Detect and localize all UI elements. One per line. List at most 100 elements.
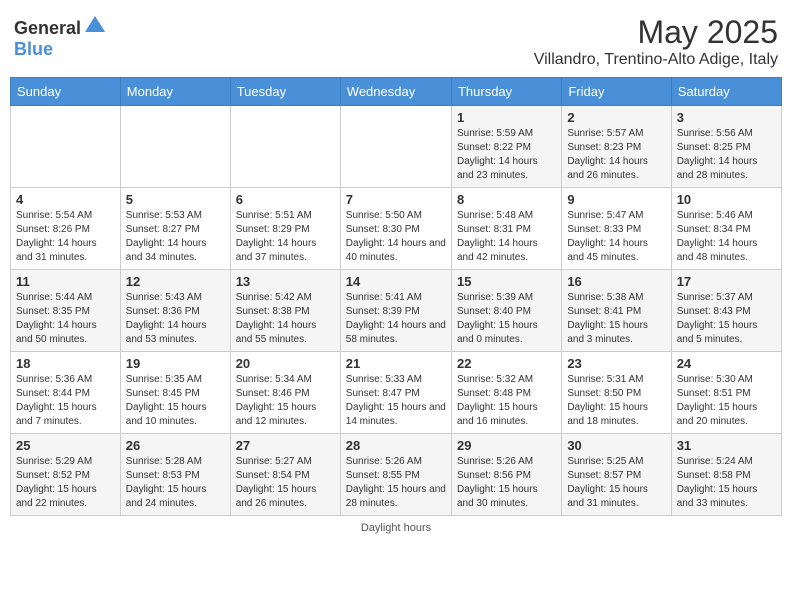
subtitle: Villandro, Trentino-Alto Adige, Italy — [534, 51, 778, 69]
day-info: Sunrise: 5:26 AM Sunset: 8:55 PM Dayligh… — [346, 455, 446, 511]
day-info: Sunrise: 5:26 AM Sunset: 8:56 PM Dayligh… — [457, 455, 556, 511]
day-info: Sunrise: 5:30 AM Sunset: 8:51 PM Dayligh… — [677, 373, 776, 429]
calendar-cell: 24 Sunrise: 5:30 AM Sunset: 8:51 PM Dayli… — [671, 352, 781, 434]
calendar-cell: 21 Sunrise: 5:33 AM Sunset: 8:47 PM Dayli… — [340, 352, 451, 434]
day-number: 1 — [457, 110, 556, 125]
day-info: Sunrise: 5:28 AM Sunset: 8:53 PM Dayligh… — [126, 455, 225, 511]
calendar-cell: 17 Sunrise: 5:37 AM Sunset: 8:43 PM Dayli… — [671, 270, 781, 352]
logo-icon — [83, 14, 107, 34]
day-number: 10 — [677, 192, 776, 207]
calendar-cell: 11Sunrise: 5:44 AM Sunset: 8:35 PM Dayli… — [11, 270, 121, 352]
calendar-cell: 16 Sunrise: 5:38 AM Sunset: 8:41 PM Dayli… — [562, 270, 671, 352]
day-info: Sunrise: 5:50 AM Sunset: 8:30 PM Dayligh… — [346, 209, 446, 265]
calendar-cell: 1 Sunrise: 5:59 AM Sunset: 8:22 PM Daylig… — [451, 106, 561, 188]
day-info: Sunrise: 5:27 AM Sunset: 8:54 PM Dayligh… — [236, 455, 335, 511]
calendar-cell: 18 Sunrise: 5:36 AM Sunset: 8:44 PM Dayli… — [11, 352, 121, 434]
day-number: 19 — [126, 356, 225, 371]
day-info: Sunrise: 5:37 AM Sunset: 8:43 PM Dayligh… — [677, 291, 776, 347]
calendar-cell: 31 Sunrise: 5:24 AM Sunset: 8:58 PM Dayli… — [671, 434, 781, 516]
day-number: 8 — [457, 192, 556, 207]
day-number: 13 — [236, 274, 335, 289]
day-info: Sunrise: 5:33 AM Sunset: 8:47 PM Dayligh… — [346, 373, 446, 429]
day-info: Sunrise: 5:24 AM Sunset: 8:58 PM Dayligh… — [677, 455, 776, 511]
day-number: 7 — [346, 192, 446, 207]
day-info: Sunrise: 5:32 AM Sunset: 8:48 PM Dayligh… — [457, 373, 556, 429]
day-info: Sunrise: 5:25 AM Sunset: 8:57 PM Dayligh… — [567, 455, 665, 511]
day-number: 21 — [346, 356, 446, 371]
day-number: 22 — [457, 356, 556, 371]
day-number: 6 — [236, 192, 335, 207]
day-info: Sunrise: 5:38 AM Sunset: 8:41 PM Dayligh… — [567, 291, 665, 347]
calendar-cell: 25 Sunrise: 5:29 AM Sunset: 8:52 PM Dayli… — [11, 434, 121, 516]
calendar-cell: 30 Sunrise: 5:25 AM Sunset: 8:57 PM Dayli… — [562, 434, 671, 516]
calendar-cell: 14Sunrise: 5:41 AM Sunset: 8:39 PM Dayli… — [340, 270, 451, 352]
day-number: 4 — [16, 192, 115, 207]
day-info: Sunrise: 5:51 AM Sunset: 8:29 PM Dayligh… — [236, 209, 335, 265]
header: General Blue May 2025 Villandro, Trentin… — [10, 10, 782, 69]
day-number: 31 — [677, 438, 776, 453]
day-info: Sunrise: 5:39 AM Sunset: 8:40 PM Dayligh… — [457, 291, 556, 347]
calendar-cell: 6 Sunrise: 5:51 AM Sunset: 8:29 PM Daylig… — [230, 188, 340, 270]
calendar-cell: 20 Sunrise: 5:34 AM Sunset: 8:46 PM Dayli… — [230, 352, 340, 434]
calendar-cell: 12Sunrise: 5:43 AM Sunset: 8:36 PM Dayli… — [120, 270, 230, 352]
logo-general: General — [14, 18, 81, 38]
day-info: Sunrise: 5:54 AM Sunset: 8:26 PM Dayligh… — [16, 209, 115, 265]
day-number: 26 — [126, 438, 225, 453]
calendar-cell: 27Sunrise: 5:27 AM Sunset: 8:54 PM Dayli… — [230, 434, 340, 516]
calendar-cell: 22 Sunrise: 5:32 AM Sunset: 8:48 PM Dayli… — [451, 352, 561, 434]
day-info: Sunrise: 5:48 AM Sunset: 8:31 PM Dayligh… — [457, 209, 556, 265]
weekday-header-wednesday: Wednesday — [340, 78, 451, 106]
day-number: 25 — [16, 438, 115, 453]
calendar-cell — [11, 106, 121, 188]
calendar-cell: 13 Sunrise: 5:42 AM Sunset: 8:38 PM Dayli… — [230, 270, 340, 352]
day-number: 28 — [346, 438, 446, 453]
calendar-cell — [340, 106, 451, 188]
day-info: Sunrise: 5:31 AM Sunset: 8:50 PM Dayligh… — [567, 373, 665, 429]
day-number: 15 — [457, 274, 556, 289]
day-info: Sunrise: 5:36 AM Sunset: 8:44 PM Dayligh… — [16, 373, 115, 429]
day-number: 24 — [677, 356, 776, 371]
day-info: Sunrise: 5:35 AM Sunset: 8:45 PM Dayligh… — [126, 373, 225, 429]
day-number: 18 — [16, 356, 115, 371]
calendar-cell: 26 Sunrise: 5:28 AM Sunset: 8:53 PM Dayli… — [120, 434, 230, 516]
calendar-table: SundayMondayTuesdayWednesdayThursdayFrid… — [10, 77, 782, 516]
footer-note: Daylight hours — [10, 522, 782, 534]
calendar-cell: 10Sunrise: 5:46 AM Sunset: 8:34 PM Dayli… — [671, 188, 781, 270]
calendar-cell: 28 Sunrise: 5:26 AM Sunset: 8:55 PM Dayli… — [340, 434, 451, 516]
day-info: Sunrise: 5:42 AM Sunset: 8:38 PM Dayligh… — [236, 291, 335, 347]
calendar-cell: 8 Sunrise: 5:48 AM Sunset: 8:31 PM Daylig… — [451, 188, 561, 270]
calendar-cell: 7 Sunrise: 5:50 AM Sunset: 8:30 PM Daylig… — [340, 188, 451, 270]
calendar-cell: 9Sunrise: 5:47 AM Sunset: 8:33 PM Daylig… — [562, 188, 671, 270]
day-number: 12 — [126, 274, 225, 289]
day-number: 17 — [677, 274, 776, 289]
weekday-header-monday: Monday — [120, 78, 230, 106]
calendar-cell: 23Sunrise: 5:31 AM Sunset: 8:50 PM Dayli… — [562, 352, 671, 434]
title-area: May 2025 Villandro, Trentino-Alto Adige,… — [534, 14, 778, 69]
day-info: Sunrise: 5:44 AM Sunset: 8:35 PM Dayligh… — [16, 291, 115, 347]
weekday-header-sunday: Sunday — [11, 78, 121, 106]
calendar-cell: 19 Sunrise: 5:35 AM Sunset: 8:45 PM Dayli… — [120, 352, 230, 434]
day-number: 3 — [677, 110, 776, 125]
weekday-header-saturday: Saturday — [671, 78, 781, 106]
day-info: Sunrise: 5:47 AM Sunset: 8:33 PM Dayligh… — [567, 209, 665, 265]
calendar-cell — [230, 106, 340, 188]
day-number: 5 — [126, 192, 225, 207]
day-number: 30 — [567, 438, 665, 453]
logo-blue: Blue — [14, 39, 53, 59]
calendar-cell: 29 Sunrise: 5:26 AM Sunset: 8:56 PM Dayli… — [451, 434, 561, 516]
calendar-cell: 5Sunrise: 5:53 AM Sunset: 8:27 PM Daylig… — [120, 188, 230, 270]
day-info: Sunrise: 5:34 AM Sunset: 8:46 PM Dayligh… — [236, 373, 335, 429]
weekday-header-tuesday: Tuesday — [230, 78, 340, 106]
calendar-cell: 4 Sunrise: 5:54 AM Sunset: 8:26 PM Daylig… — [11, 188, 121, 270]
calendar-cell: 3 Sunrise: 5:56 AM Sunset: 8:25 PM Daylig… — [671, 106, 781, 188]
weekday-header-friday: Friday — [562, 78, 671, 106]
day-number: 29 — [457, 438, 556, 453]
day-info: Sunrise: 5:59 AM Sunset: 8:22 PM Dayligh… — [457, 127, 556, 183]
day-info: Sunrise: 5:56 AM Sunset: 8:25 PM Dayligh… — [677, 127, 776, 183]
day-number: 14 — [346, 274, 446, 289]
day-number: 16 — [567, 274, 665, 289]
day-info: Sunrise: 5:29 AM Sunset: 8:52 PM Dayligh… — [16, 455, 115, 511]
calendar-cell — [120, 106, 230, 188]
weekday-header-thursday: Thursday — [451, 78, 561, 106]
day-number: 20 — [236, 356, 335, 371]
